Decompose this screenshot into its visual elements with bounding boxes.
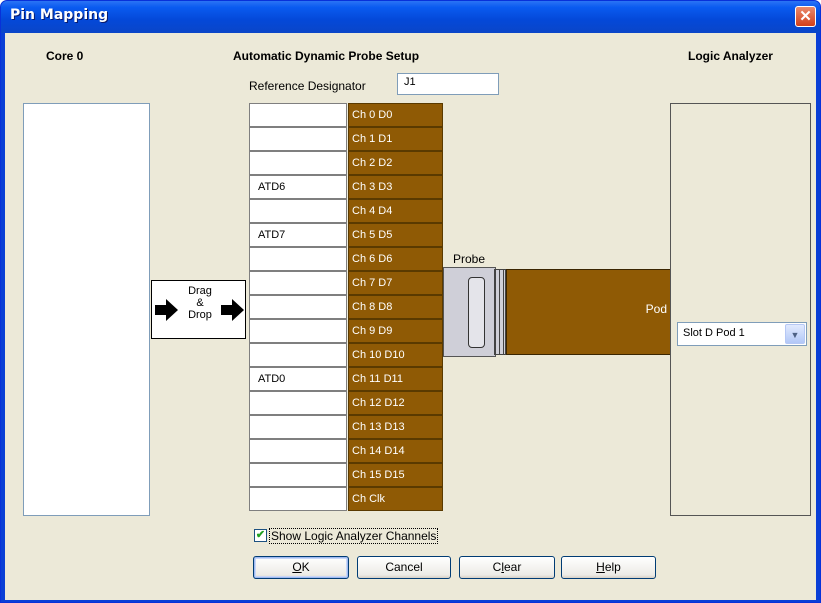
pin-channel-cell: Ch 2 D2 (348, 151, 443, 175)
core-header: Core 0 (46, 49, 84, 63)
ok-rest: K (301, 560, 310, 574)
pin-channel-cell: Ch 1 D1 (348, 127, 443, 151)
drag-drop-text: Drag & Drop (178, 285, 222, 321)
pin-mapping-table: Ch 0 D0 Ch 1 D1 Ch 2 D2 ATD6 Ch 3 D3 Ch 4 D4 A… (249, 103, 443, 511)
pin-row: Ch 4 D4 (249, 199, 443, 223)
pin-channel-cell: Ch 14 D14 (348, 439, 443, 463)
pin-signal-cell[interactable] (249, 103, 347, 127)
pin-signal-cell[interactable] (249, 271, 347, 295)
pin-row: Ch 12 D12 (249, 391, 443, 415)
pin-signal-cell[interactable]: ATD6 (249, 175, 347, 199)
pin-channel-cell: Ch 10 D10 (348, 343, 443, 367)
right-arrow-icon (155, 299, 178, 321)
pin-channel-cell: Ch 4 D4 (348, 199, 443, 223)
clear-button[interactable]: Clear (459, 556, 555, 579)
drag-text: Drag (188, 285, 212, 297)
pin-signal-cell[interactable] (249, 463, 347, 487)
title-bar: Pin Mapping ✕ (1, 1, 820, 33)
pin-row: Ch 9 D9 (249, 319, 443, 343)
ampersand-text: & (196, 297, 204, 309)
pin-channel-cell: Ch 15 D15 (348, 463, 443, 487)
dialog-client-area: Core 0 Automatic Dynamic Probe Setup Log… (5, 33, 816, 600)
pod-cable: Pod (506, 269, 672, 355)
pin-row: ATD6 Ch 3 D3 (249, 175, 443, 199)
pod-select-dropdown[interactable]: Slot D Pod 1 ▼ (677, 322, 807, 346)
pin-row: Ch 6 D6 (249, 247, 443, 271)
pin-signal-cell[interactable] (249, 487, 347, 511)
pin-signal-cell[interactable] (249, 439, 347, 463)
pin-row: Ch Clk (249, 487, 443, 511)
pin-row: Ch 8 D8 (249, 295, 443, 319)
pin-row: Ch 0 D0 (249, 103, 443, 127)
drag-drop-indicator: Drag & Drop (151, 280, 246, 339)
help-button[interactable]: Help (561, 556, 656, 579)
close-button[interactable]: ✕ (795, 6, 816, 27)
window-title: Pin Mapping (10, 7, 109, 23)
pin-signal-cell[interactable] (249, 151, 347, 175)
pin-channel-cell: Ch Clk (348, 487, 443, 511)
pin-row: Ch 7 D7 (249, 271, 443, 295)
probe-ribs (494, 269, 506, 355)
pin-signal-cell[interactable] (249, 319, 347, 343)
pin-row: ATD0 Ch 11 D11 (249, 367, 443, 391)
pin-mapping-window: Pin Mapping ✕ Core 0 Automatic Dynamic P… (0, 0, 821, 603)
pin-signal-cell[interactable]: ATD0 (249, 367, 347, 391)
drop-text: Drop (188, 309, 212, 321)
logic-analyzer-header: Logic Analyzer (688, 49, 773, 63)
ok-button[interactable]: OK (253, 556, 349, 579)
pin-channel-cell: Ch 8 D8 (348, 295, 443, 319)
pin-channel-cell: Ch 11 D11 (348, 367, 443, 391)
pin-channel-cell: Ch 6 D6 (348, 247, 443, 271)
pin-signal-cell[interactable] (249, 247, 347, 271)
reference-designator-input[interactable]: J1 (397, 73, 499, 95)
pin-channel-cell: Ch 12 D12 (348, 391, 443, 415)
pin-channel-cell: Ch 0 D0 (348, 103, 443, 127)
pin-signal-cell[interactable] (249, 343, 347, 367)
pin-channel-cell: Ch 7 D7 (348, 271, 443, 295)
pin-signal-cell[interactable] (249, 199, 347, 223)
show-channels-checkbox[interactable]: ✔ (254, 529, 267, 542)
probe-label: Probe (453, 252, 486, 266)
cancel-button[interactable]: Cancel (357, 556, 451, 579)
pin-channel-cell: Ch 3 D3 (348, 175, 443, 199)
pod-select-value: Slot D Pod 1 (683, 327, 745, 339)
help-rest: elp (604, 560, 621, 574)
pin-signal-cell[interactable]: ATD7 (249, 223, 347, 247)
setup-header: Automatic Dynamic Probe Setup (233, 49, 420, 63)
pin-signal-cell[interactable] (249, 391, 347, 415)
pin-row: Ch 1 D1 (249, 127, 443, 151)
core-signal-list[interactable] (23, 103, 150, 516)
pin-signal-cell[interactable] (249, 127, 347, 151)
pin-channel-cell: Ch 13 D13 (348, 415, 443, 439)
pin-channel-cell: Ch 5 D5 (348, 223, 443, 247)
pin-channel-cell: Ch 9 D9 (348, 319, 443, 343)
right-arrow-icon (221, 299, 244, 321)
pod-label: Pod (645, 302, 667, 316)
pin-row: Ch 2 D2 (249, 151, 443, 175)
probe-slot (468, 277, 485, 348)
reference-designator-label: Reference Designator (249, 79, 366, 93)
clear-rest: ear (504, 560, 522, 574)
logic-analyzer-panel (670, 103, 811, 516)
pin-row: Ch 15 D15 (249, 463, 443, 487)
ok-mnemonic: O (292, 560, 302, 574)
pin-row: Ch 14 D14 (249, 439, 443, 463)
pin-row: Ch 13 D13 (249, 415, 443, 439)
pin-signal-cell[interactable] (249, 295, 347, 319)
show-channels-label: Show Logic Analyzer Channels (269, 528, 439, 544)
pin-row: Ch 10 D10 (249, 343, 443, 367)
help-mnemonic: H (596, 560, 605, 574)
pin-signal-cell[interactable] (249, 415, 347, 439)
chevron-down-icon[interactable]: ▼ (785, 324, 805, 344)
pin-row: ATD7 Ch 5 D5 (249, 223, 443, 247)
